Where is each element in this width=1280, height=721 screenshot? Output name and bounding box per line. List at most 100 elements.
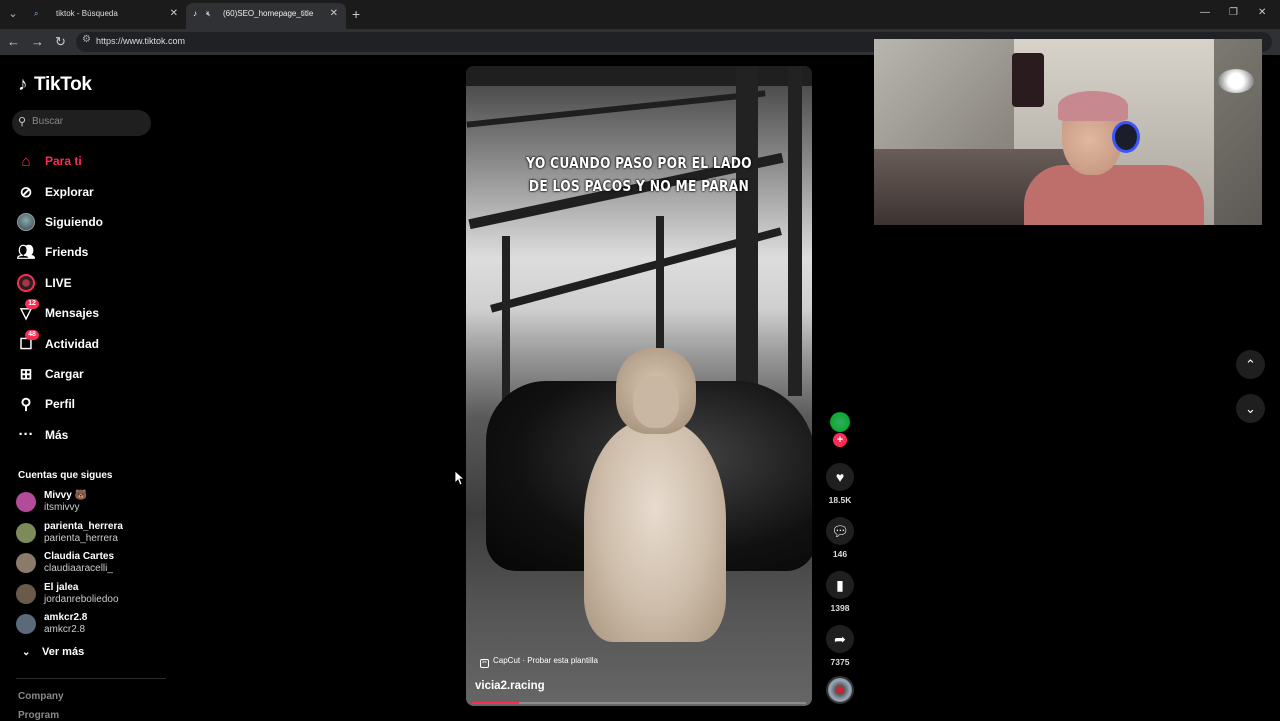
nav-label: Actividad	[45, 336, 100, 351]
account-handle: amkcr2.8	[44, 624, 86, 635]
creator-avatar[interactable]	[830, 412, 850, 432]
next-video-button[interactable]: ⌄	[1236, 394, 1265, 423]
nav-item-mas[interactable]: ··· Más	[16, 420, 176, 450]
footer-link-program[interactable]: Program	[18, 710, 59, 721]
nav-item-actividad[interactable]: ☐ 48 Actividad	[16, 328, 176, 358]
tab-title: tiktok - Búsqueda	[56, 9, 118, 18]
nav-label: Más	[45, 427, 69, 442]
share-button[interactable]: ➦ 7375	[822, 625, 858, 667]
reload-button[interactable]: ↻	[55, 34, 66, 50]
avatar	[16, 492, 36, 512]
capcut-template-link[interactable]: ✂ CapCut · Probar esta plantilla	[480, 656, 598, 668]
account-name: El jalea	[44, 581, 79, 593]
account-handle: jordanreboliedoo	[44, 593, 119, 605]
chevron-down-icon: ⌄	[1245, 401, 1256, 416]
nav-item-para-ti[interactable]: ⌂ Para ti	[16, 146, 176, 176]
following-list: Mivvy 🐻 itsmivvy parienta_herrera parien…	[16, 488, 166, 641]
search-icon: ⚲	[18, 116, 27, 128]
home-icon: ⌂	[21, 152, 31, 170]
nav-label: Perfil	[45, 397, 76, 412]
close-window-icon[interactable]: ✕	[1258, 7, 1266, 18]
close-tab-icon[interactable]: ✕	[170, 3, 178, 25]
live-icon	[16, 273, 36, 293]
music-disc-icon[interactable]	[826, 676, 854, 704]
following-account[interactable]: Claudia Cartes claudiaaracelli_	[16, 549, 166, 580]
browser-tab-tiktok[interactable]: ♪ 🔇︎ (60)SEO_homepage_title ✕	[186, 3, 346, 29]
nav-label: Explorar	[45, 184, 94, 199]
following-account[interactable]: amkcr2.8 amkcr2.8	[16, 610, 166, 641]
nav-item-perfil[interactable]: ⚲ Perfil	[16, 389, 176, 419]
more-dots-icon: ···	[18, 426, 34, 444]
pillar	[502, 236, 510, 406]
activity-icon: ☐ 48	[16, 329, 39, 354]
comment-button[interactable]: 💬︎ 146	[822, 517, 858, 559]
new-tab-button[interactable]: +	[352, 4, 360, 24]
maximize-icon[interactable]: ❐	[1229, 7, 1238, 18]
save-button[interactable]: ▮ 1398	[822, 571, 858, 613]
video-progress-bar[interactable]	[472, 702, 806, 704]
footer-link-company[interactable]: Company	[18, 691, 64, 702]
pillar	[788, 66, 802, 396]
account-handle: claudiaaracelli_	[44, 563, 113, 574]
nav-item-friends[interactable]: 👥︎ Friends	[16, 237, 176, 267]
nav-label: Mensajes	[45, 306, 100, 321]
compass-icon: ⊘	[19, 183, 33, 201]
tab-list-menu-icon[interactable]: ⌄	[4, 5, 22, 23]
previous-video-button[interactable]: ⌃	[1236, 350, 1265, 379]
tab-title: (60)SEO_homepage_title	[223, 9, 314, 18]
messages-badge: 12	[25, 299, 39, 310]
nav-label: LIVE	[45, 275, 72, 290]
monkey-face	[633, 376, 679, 428]
save-count: 1398	[830, 603, 850, 613]
muted-speaker-icon[interactable]: 🔇︎	[206, 9, 211, 18]
account-name: Claudia Cartes	[44, 551, 115, 562]
like-button[interactable]: ♥ 18.5K	[822, 463, 858, 505]
following-account[interactable]: Mivvy 🐻 itsmivvy	[16, 488, 166, 519]
comment-icon: 💬︎	[826, 517, 854, 545]
browser-tab-bar: ⌄ ⌕ tiktok - Búsqueda ✕ ♪ 🔇︎ (60)SEO_hom…	[0, 0, 1280, 29]
bookmark-icon: ▮	[826, 571, 854, 599]
following-section-title: Cuentas que sigues	[18, 470, 113, 481]
avatar	[16, 583, 36, 604]
nav-item-explorar[interactable]: ⊘ Explorar	[16, 176, 176, 206]
back-button[interactable]: ←	[7, 34, 20, 50]
nav-item-live[interactable]: LIVE	[16, 268, 176, 298]
forward-button[interactable]: →	[31, 34, 44, 50]
upload-icon: ⊞	[19, 365, 33, 383]
see-more-button[interactable]: ⌄ Ver más	[22, 646, 84, 658]
sidebar-nav: ⌂ Para ti ⊘ Explorar Siguiendo 👥︎ Friend…	[16, 146, 176, 450]
search-bar[interactable]: ⚲	[12, 110, 151, 136]
tiktok-favicon-icon: ♪	[193, 9, 197, 18]
chevron-up-icon: ⌃	[1245, 357, 1256, 372]
nav-label: Cargar	[45, 366, 84, 381]
site-info-icon[interactable]: ⚙	[82, 34, 91, 45]
account-handle: parienta_herrera	[44, 532, 118, 544]
video-player[interactable]: YO CUANDO PASO POR EL LADO DE LOS PACOS …	[466, 66, 812, 706]
browser-tab-search[interactable]: ⌕ tiktok - Búsqueda ✕	[26, 3, 186, 29]
messages-icon: ▽ 12	[16, 299, 39, 323]
following-account[interactable]: El jalea jordanreboliedoo	[16, 580, 166, 611]
follow-plus-icon[interactable]: +	[833, 433, 847, 447]
nav-item-siguiendo[interactable]: Siguiendo	[16, 207, 176, 237]
tiktok-logo[interactable]: ♪ TikTok	[18, 74, 92, 96]
search-input[interactable]	[32, 116, 142, 127]
account-name: Mivvy 🐻	[44, 490, 88, 501]
close-tab-icon[interactable]: ✕	[330, 3, 338, 25]
nav-item-cargar[interactable]: ⊞ Cargar	[16, 359, 176, 389]
following-account[interactable]: parienta_herrera parienta_herrera	[16, 519, 166, 550]
heart-icon: ♥	[826, 463, 854, 491]
avatar	[16, 522, 36, 543]
nav-item-mensajes[interactable]: ▽ 12 Mensajes	[16, 298, 176, 328]
streamer-cap	[1058, 91, 1128, 121]
capcut-icon: ✂	[480, 659, 489, 668]
minimize-icon[interactable]: —	[1200, 7, 1210, 18]
streamer-hoodie	[1024, 165, 1204, 225]
profile-icon: ⚲	[20, 396, 32, 414]
comment-count: 146	[832, 549, 848, 559]
video-author[interactable]: vicia2.racing	[475, 680, 545, 692]
tiktok-note-icon: ♪	[18, 74, 28, 95]
url-text: https://www.tiktok.com	[96, 36, 186, 46]
share-count: 7375	[830, 657, 850, 667]
headset-icon	[1112, 121, 1140, 153]
video-progress-fill	[472, 702, 519, 704]
